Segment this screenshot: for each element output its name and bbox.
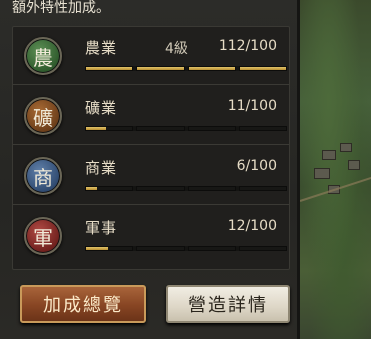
map-building [348, 160, 360, 170]
row-level: 4級 [165, 41, 188, 57]
progress-segment [187, 246, 236, 251]
progress-segment [187, 66, 236, 71]
military-emblem-icon: 軍 [24, 217, 62, 255]
progress-fill [188, 67, 235, 70]
mining-emblem-icon: 礦 [24, 97, 62, 135]
agriculture-emblem-icon: 農 [24, 37, 62, 75]
row-name: 農業 [85, 39, 118, 57]
progress-fill [86, 67, 133, 70]
progress-fill [239, 67, 286, 70]
map-building [314, 168, 330, 179]
row-value: 12/100 [227, 218, 277, 234]
list-item-agriculture[interactable]: 農 農業 4級 112/100 [13, 27, 289, 85]
construction-details-button[interactable]: 營造詳情 [166, 285, 290, 323]
commerce-emblem-icon: 商 [24, 157, 62, 195]
progress-fill [86, 247, 109, 250]
list-item-mining[interactable]: 礦 礦業 11/100 [13, 87, 289, 145]
progress-segment [136, 246, 185, 251]
development-list: 農 農業 4級 112/100 礦 礦業 11/100 商 商業 6/100 軍… [12, 26, 290, 270]
map-road [299, 175, 371, 202]
progress-segment [136, 186, 185, 191]
map-building [340, 143, 352, 152]
progress-bar [85, 246, 287, 251]
row-name: 軍事 [85, 219, 118, 237]
progress-fill [86, 127, 107, 130]
row-value: 11/100 [227, 98, 277, 114]
progress-bar [85, 186, 287, 191]
progress-segment [238, 66, 287, 71]
progress-segment [238, 126, 287, 131]
progress-segment [238, 246, 287, 251]
progress-bar [85, 126, 287, 131]
progress-fill [86, 187, 98, 190]
row-name: 礦業 [85, 99, 118, 117]
progress-segment [187, 186, 236, 191]
row-name: 商業 [85, 159, 118, 177]
panel-description: 額外特性加成。 [12, 0, 110, 16]
map-building [322, 150, 336, 160]
progress-fill [137, 67, 184, 70]
development-panel: 額外特性加成。 農 農業 4級 112/100 礦 礦業 11/100 商 商業… [0, 0, 300, 339]
progress-segment [238, 186, 287, 191]
progress-segment [136, 126, 185, 131]
progress-segment [85, 126, 134, 131]
progress-bar [85, 66, 287, 71]
progress-segment [85, 66, 134, 71]
progress-segment [85, 186, 134, 191]
progress-segment [136, 66, 185, 71]
bonus-overview-button[interactable]: 加成總覽 [20, 285, 146, 323]
row-value: 6/100 [236, 158, 277, 174]
progress-segment [85, 246, 134, 251]
row-value: 112/100 [218, 38, 277, 54]
progress-segment [187, 126, 236, 131]
world-map-background [299, 0, 371, 339]
list-item-commerce[interactable]: 商 商業 6/100 [13, 147, 289, 205]
list-item-military[interactable]: 軍 軍事 12/100 [13, 207, 289, 265]
